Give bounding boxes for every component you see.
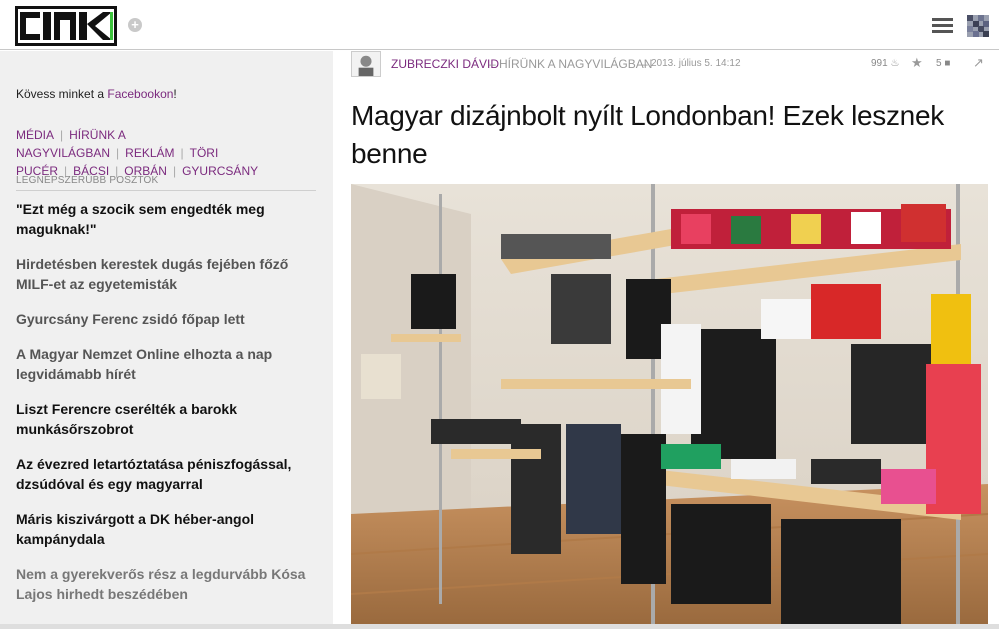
category-media[interactable]: MÉDIA bbox=[16, 128, 54, 142]
facebook-link[interactable]: Facebookon bbox=[107, 87, 173, 101]
fire-icon: ♨ bbox=[890, 58, 900, 69]
comment-count[interactable]: 5 ■ bbox=[936, 58, 950, 69]
category-list: MÉDIA | HÍRÜNK A NAGYVILÁGBAN | REKLÁM | TÖRI … bbox=[16, 128, 259, 178]
popular-posts-list: "Ezt még a szocik sem engedték meg maguk… bbox=[16, 199, 316, 619]
author-name[interactable]: ZUBRECZKI DÁVID bbox=[391, 57, 499, 71]
share-icon[interactable]: ↗ bbox=[973, 55, 984, 71]
category-reklam[interactable]: REKLÁM bbox=[125, 146, 174, 160]
popular-post[interactable]: "Ezt még a szocik sem engedték meg maguk… bbox=[16, 199, 316, 239]
meta-separator: – bbox=[641, 57, 648, 71]
popular-post[interactable]: Gyurcsány Ferenc zsidó főpap lett bbox=[16, 309, 316, 329]
sidebar: Kövess minket a Facebookon! MÉDIA | HÍRÜNK… bbox=[0, 51, 333, 629]
popular-post[interactable]: Liszt Ferencre cserélték a barokk munkás… bbox=[16, 399, 316, 439]
article-category[interactable]: HÍRÜNK A NAGYVILÁGBAN bbox=[499, 57, 652, 71]
popular-post[interactable]: Hirdetésben kerestek dugás fejében főző … bbox=[16, 254, 316, 294]
category-tori[interactable]: TÖRI bbox=[190, 146, 219, 160]
follow-text: Kövess minket a Facebookon! bbox=[16, 87, 177, 101]
hamburger-menu-icon[interactable] bbox=[932, 18, 953, 34]
article-main: ZUBRECZKI DÁVID – HÍRÜNK A NAGYVILÁGBAN … bbox=[333, 51, 999, 629]
user-avatar-icon[interactable] bbox=[967, 15, 989, 37]
shop-interior-photo bbox=[351, 184, 988, 624]
star-icon[interactable]: ★ bbox=[911, 55, 923, 71]
top-bar: + bbox=[0, 0, 999, 50]
popular-posts-heading: LEGNÉPSZERŰBB POSZTOK bbox=[16, 175, 316, 191]
article-date: 2013. július 5. 14:12 bbox=[651, 58, 741, 69]
popular-post[interactable]: Nem a gyerekverős rész a legdurvább Kósa… bbox=[16, 564, 316, 604]
view-count: 991 ♨ bbox=[871, 58, 900, 69]
plus-icon[interactable]: + bbox=[128, 18, 142, 32]
article-title: Magyar dizájnbolt nyílt Londonban! Ezek … bbox=[351, 100, 944, 169]
author-avatar[interactable] bbox=[351, 51, 381, 77]
site-logo[interactable] bbox=[15, 6, 117, 46]
popular-post[interactable]: Máris kiszivárgott a DK héber-angol kamp… bbox=[16, 509, 316, 549]
article-meta: ZUBRECZKI DÁVID – HÍRÜNK A NAGYVILÁGBAN … bbox=[351, 51, 991, 77]
popular-post[interactable]: A Magyar Nemzet Online elhozta a nap leg… bbox=[16, 344, 316, 384]
meta-separator: – bbox=[489, 57, 496, 71]
bottom-scrollbar[interactable] bbox=[0, 624, 999, 629]
comment-icon: ■ bbox=[944, 58, 951, 69]
popular-post[interactable]: Az évezred letartóztatása péniszfogással… bbox=[16, 454, 316, 494]
